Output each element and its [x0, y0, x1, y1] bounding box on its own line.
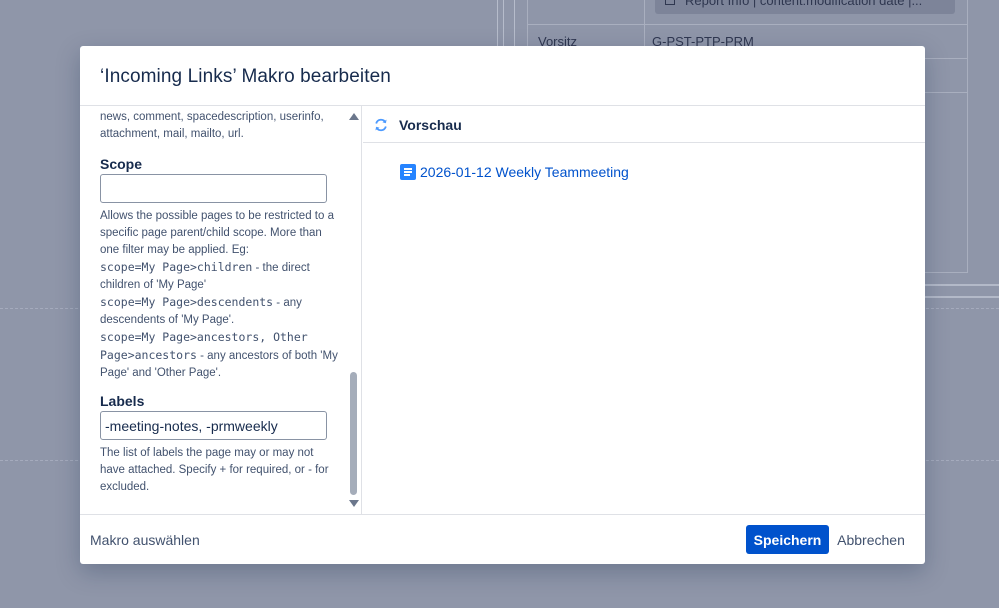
preview-page-link[interactable]: 2026-01-12 Weekly Teammeeting	[400, 164, 629, 180]
edit-macro-dialog: ‘Incoming Links’ Makro bearbeiten news, …	[80, 46, 925, 564]
dialog-title: ‘Incoming Links’ Makro bearbeiten	[100, 66, 391, 87]
scope-example-code: scope=My Page>descendents	[100, 295, 274, 309]
macro-parameters-panel[interactable]: news, comment, spacedescription, userinf…	[80, 106, 362, 514]
preview-header: Vorschau	[363, 106, 925, 143]
scope-example-code: scope=My Page>children	[100, 260, 253, 274]
preview-page-title[interactable]: 2026-01-12 Weekly Teammeeting	[420, 164, 629, 180]
select-macro-link[interactable]: Makro auswählen	[90, 532, 200, 548]
dialog-footer: Makro auswählen Speichern Abbrechen	[80, 514, 925, 564]
labels-label: Labels	[100, 393, 145, 409]
page-icon	[400, 164, 416, 180]
dialog-header: ‘Incoming Links’ Makro bearbeiten	[80, 46, 925, 106]
scope-help: Allows the possible pages to be restrict…	[100, 210, 338, 379]
preview-panel: Vorschau 2026-01-12 Weekly Teammeeting	[363, 106, 925, 514]
save-button[interactable]: Speichern	[746, 525, 829, 554]
macro-parameters-content: news, comment, spacedescription, userinf…	[100, 106, 340, 496]
content-types-help: news, comment, spacedescription, userinf…	[100, 111, 324, 140]
refresh-icon[interactable]	[373, 117, 389, 133]
scope-input[interactable]	[100, 174, 327, 203]
labels-help: The list of labels the page may or may n…	[100, 447, 329, 493]
parameters-scrollbar[interactable]	[347, 106, 361, 514]
scrollbar-thumb[interactable]	[350, 372, 357, 495]
dialog-body: news, comment, spacedescription, userinf…	[80, 106, 925, 514]
scroll-up-icon[interactable]	[349, 113, 359, 120]
labels-input[interactable]	[100, 411, 327, 440]
scope-label: Scope	[100, 156, 143, 172]
scroll-down-icon[interactable]	[349, 500, 359, 507]
preview-title: Vorschau	[399, 117, 462, 133]
cancel-button[interactable]: Abbrechen	[832, 525, 910, 554]
